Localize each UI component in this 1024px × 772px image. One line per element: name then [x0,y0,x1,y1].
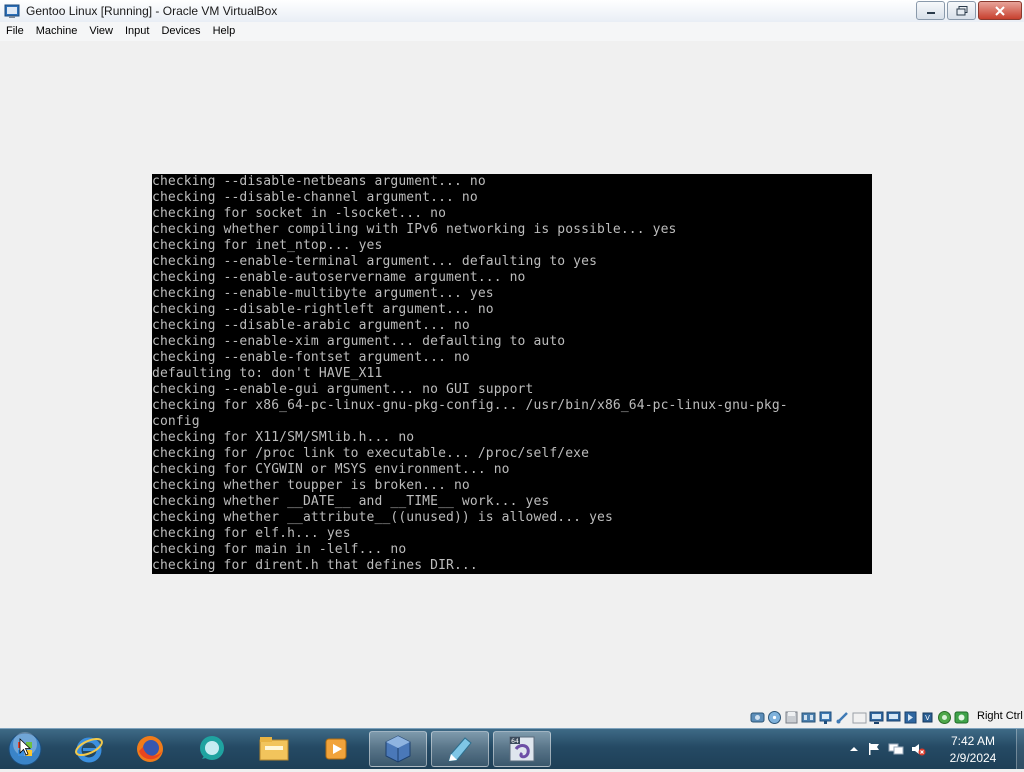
network-icon[interactable] [818,710,833,725]
console-line: checking whether __attribute__((unused))… [152,510,613,525]
menu-input[interactable]: Input [119,22,155,41]
start-button[interactable] [6,731,44,767]
console-line: defaulting to: don't HAVE_X11 [152,366,383,381]
console-line: checking for /proc link to executable...… [152,446,590,461]
clock-time[interactable]: 7:42 AM [935,734,1011,748]
virtualbox-vm-icon[interactable]: 64 [493,731,551,767]
vm-status-bar: V Right Ctrl [0,706,1024,728]
console-line: checking --enable-fontset argument... no [152,350,470,365]
windows-taskbar: 64 7:42 AM 2/9/2024 [0,728,1024,769]
restore-button[interactable] [947,1,976,20]
menu-help[interactable]: Help [207,22,242,41]
show-hidden-icons-icon[interactable] [846,741,862,757]
menu-machine[interactable]: Machine [30,22,84,41]
host-key-label: Right Ctrl [977,710,1023,722]
menu-view[interactable]: View [83,22,119,41]
console-line: checking --disable-netbeans argument... … [152,174,486,189]
action-center-flag-icon[interactable] [866,741,882,757]
console-line: checking --enable-gui argument... no GUI… [152,382,534,397]
window-title-bar: Gentoo Linux [Running] - Oracle VM Virtu… [0,0,1024,22]
clock-date[interactable]: 2/9/2024 [935,751,1011,765]
console-line: checking for x86_64-pc-linux-gnu-pkg-con… [152,398,788,413]
keyboard-icon[interactable] [954,710,969,725]
svg-text:64: 64 [511,738,519,745]
cpu-icon[interactable]: V [920,710,935,725]
console-line: checking for CYGWIN or MSYS environment.… [152,462,510,477]
close-button[interactable] [978,1,1022,20]
console-line: checking --disable-arabic argument... no [152,318,470,333]
menu-bar: File Machine View Input Devices Help [0,22,1024,42]
optical-drive-icon[interactable] [767,710,782,725]
minimize-button[interactable] [916,1,945,20]
usb-icon[interactable] [835,710,850,725]
console-line: checking --enable-multibyte argument... … [152,286,494,301]
notepad-icon[interactable] [431,731,489,767]
internet-explorer-icon[interactable] [60,731,118,767]
window-title: Gentoo Linux [Running] - Oracle VM Virtu… [26,4,278,18]
console-line: checking for main in -lelf... no [152,542,407,557]
console-line: checking for inet_ntop... yes [152,238,383,253]
media-player-icon[interactable] [307,731,365,767]
chat-bubble-icon[interactable] [183,731,241,767]
menu-file[interactable]: File [0,22,30,41]
console-line: checking --disable-channel argument... n… [152,190,478,205]
console-line: config [152,414,200,429]
console-line: checking for dirent.h that defines DIR..… [152,558,478,573]
network-tray-icon[interactable] [888,741,904,757]
file-explorer-icon[interactable] [245,731,303,767]
console-line: checking for elf.h... yes [152,526,351,541]
firefox-icon[interactable] [121,731,179,767]
svg-text:V: V [925,714,930,722]
mouse-integration-icon[interactable] [937,710,952,725]
console-line: checking --disable-rightleft argument...… [152,302,494,317]
video-capture-icon[interactable] [886,710,901,725]
floppy-icon[interactable] [784,710,799,725]
volume-muted-icon[interactable] [910,741,926,757]
console-line: checking --enable-autoservername argumen… [152,270,526,285]
virtualbox-app-icon [4,3,20,19]
console-line: checking for X11/SM/SMlib.h... no [152,430,415,445]
vm-display-area[interactable]: checking --disable-netbeans argument... … [0,41,1024,706]
console-line: checking --enable-terminal argument... d… [152,254,598,269]
recording-icon[interactable] [903,710,918,725]
console-line: checking whether compiling with IPv6 net… [152,222,677,237]
virtualbox-icon[interactable] [369,731,427,767]
shared-folders-icon[interactable] [852,710,867,725]
audio-icon[interactable] [801,710,816,725]
console-line: checking whether __DATE__ and __TIME__ w… [152,494,550,509]
display-icon[interactable] [869,710,884,725]
console-line: checking for socket in -lsocket... no [152,206,447,221]
console-line: checking whether toupper is broken... no [152,478,470,493]
hard-disk-icon[interactable] [750,710,765,725]
vm-console-screen[interactable]: checking --disable-netbeans argument... … [152,174,872,574]
console-line: checking --enable-xim argument... defaul… [152,334,566,349]
show-desktop-button[interactable] [1016,729,1024,769]
menu-devices[interactable]: Devices [155,22,206,41]
